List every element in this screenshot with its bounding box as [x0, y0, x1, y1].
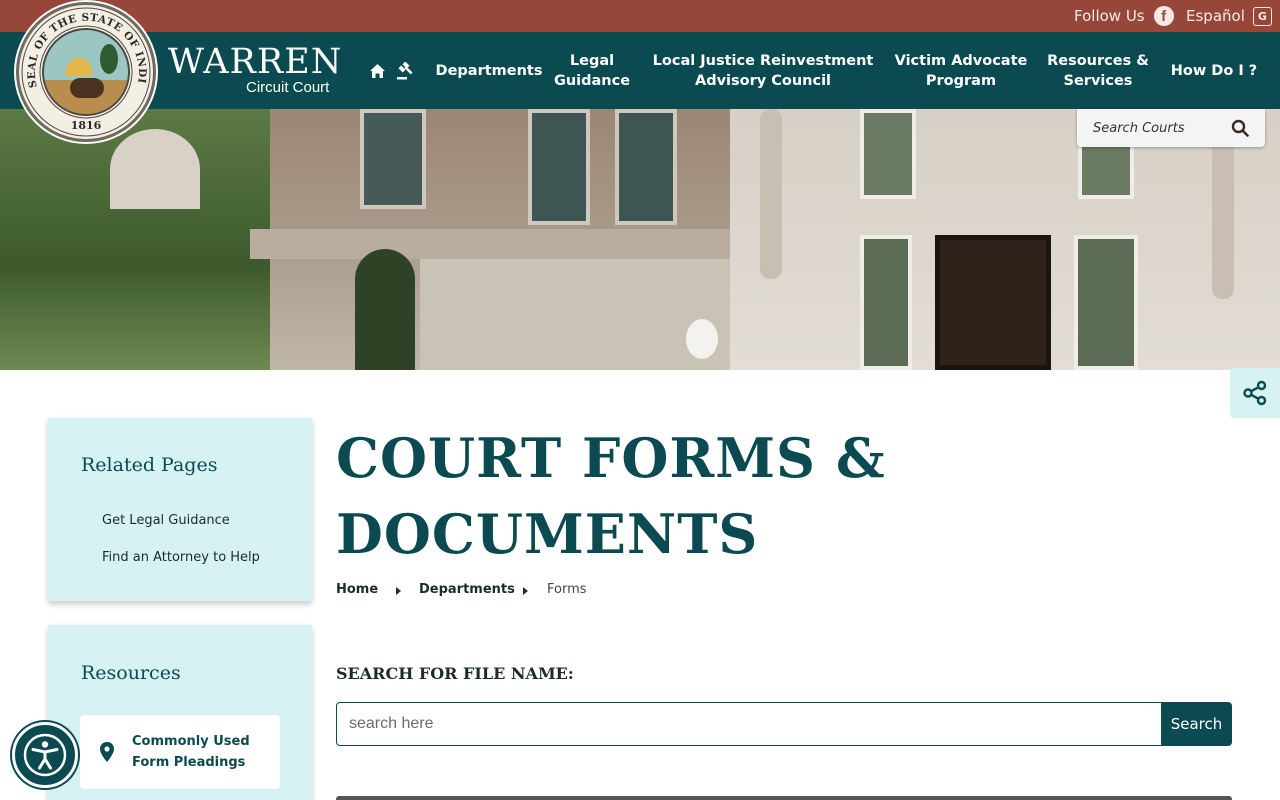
follow-us-link[interactable]: Follow Us f	[1074, 0, 1174, 32]
nav-victim-advocate[interactable]: Victim Advocate Program	[890, 32, 1032, 109]
accessibility-icon[interactable]	[12, 722, 78, 788]
gavel-icon[interactable]	[394, 32, 416, 109]
home-icon[interactable]	[366, 32, 388, 109]
resource-item-label: Commonly Used Form Pleadings	[132, 734, 250, 770]
nav-local-justice-council[interactable]: Local Justice Reinvestment Advisory Coun…	[652, 32, 874, 109]
follow-us-label: Follow Us	[1074, 7, 1145, 25]
file-search-label: SEARCH FOR FILE NAME:	[336, 664, 574, 683]
breadcrumb-current: Forms	[547, 582, 587, 597]
seal-year: 1816	[70, 119, 102, 132]
related-pages-card: Related Pages Get Legal Guidance Find an…	[48, 418, 312, 601]
svg-text:SEAL OF THE STATE OF INDIANA: SEAL OF THE STATE OF INDIANA	[19, 5, 148, 89]
resources-title: Resources	[81, 662, 181, 684]
forms-table-header	[336, 796, 1232, 800]
search-courts-input[interactable]	[1077, 120, 1227, 136]
courthouse-hero-image	[0, 109, 1280, 370]
seal-text: SEAL OF THE STATE OF INDIANA	[19, 5, 148, 89]
nav-departments[interactable]: Departments	[436, 32, 543, 109]
page-title: COURT FORMS & DOCUMENTS	[336, 426, 886, 566]
site-brand[interactable]: WARREN Circuit Court	[168, 42, 343, 96]
nav-resources-services[interactable]: Resources & Services	[1044, 32, 1152, 109]
site-subtitle: Circuit Court	[246, 79, 330, 96]
file-search-button[interactable]: Search	[1161, 702, 1232, 746]
espanol-link[interactable]: Español G	[1186, 0, 1272, 32]
espanol-label: Español	[1186, 7, 1245, 25]
translate-icon[interactable]: G	[1252, 6, 1272, 26]
file-search-input[interactable]	[336, 702, 1162, 746]
related-pages-title: Related Pages	[81, 454, 218, 476]
nav-legal-guidance[interactable]: Legal Guidance	[554, 32, 630, 109]
search-icon[interactable]	[1231, 119, 1249, 137]
location-pin-icon	[100, 742, 114, 762]
breadcrumb-home[interactable]: Home	[336, 582, 378, 597]
related-link-get-legal-guidance[interactable]: Get Legal Guidance	[102, 513, 230, 528]
nav-how-do-i[interactable]: How Do I ?	[1166, 32, 1262, 109]
related-link-find-attorney[interactable]: Find an Attorney to Help	[102, 550, 260, 565]
breadcrumb-separator-icon	[396, 587, 401, 595]
resource-item-form-pleadings[interactable]: Commonly Used Form Pleadings	[80, 715, 280, 789]
top-utility-bar: Follow Us f Español G	[0, 0, 1280, 32]
search-courts-bar	[1077, 109, 1265, 147]
share-icon[interactable]	[1230, 368, 1280, 418]
breadcrumb-departments[interactable]: Departments	[419, 582, 515, 597]
facebook-icon[interactable]: f	[1153, 6, 1174, 26]
indiana-seal-logo[interactable]: SEAL OF THE STATE OF INDIANA 1816	[16, 2, 156, 142]
site-name: WARREN	[168, 42, 343, 82]
breadcrumb-separator-icon	[523, 587, 528, 595]
resources-card: Resources Commonly Used Form Pleadings	[48, 625, 312, 800]
